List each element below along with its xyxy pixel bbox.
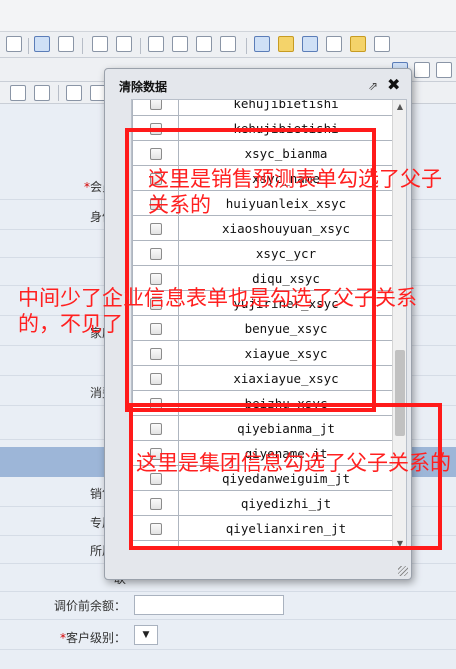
preview-icon[interactable] <box>34 85 50 101</box>
special-char-icon[interactable] <box>374 36 390 52</box>
select-arrow-icon: ▼ <box>142 630 150 640</box>
resize-grip-icon[interactable] <box>398 566 408 576</box>
annotation-text-top: 这里是销售预测表单勾选了父子关系的 <box>148 167 442 217</box>
link-icon[interactable] <box>66 85 82 101</box>
align-justify-icon[interactable] <box>436 62 452 78</box>
top-strip <box>0 0 456 32</box>
align-right-icon[interactable] <box>414 62 430 78</box>
checkbox-cell <box>132 100 179 116</box>
price-before-label: 调价前余额： <box>53 599 126 613</box>
horizontal-line-icon[interactable] <box>326 36 342 52</box>
table-icon[interactable] <box>34 36 50 52</box>
price-before-input[interactable] <box>134 595 284 615</box>
scroll-up-icon[interactable]: ▲ <box>395 102 405 111</box>
outdent-icon[interactable] <box>148 36 164 52</box>
div-container-icon[interactable] <box>220 36 236 52</box>
eraser-icon[interactable] <box>58 36 74 52</box>
numbered-list-icon[interactable] <box>92 36 108 52</box>
source-icon[interactable] <box>10 85 26 101</box>
blockquote-icon[interactable] <box>196 36 212 52</box>
form-row-price-before: 调价前余额： <box>0 590 456 620</box>
list-item[interactable]: kehujibietishi <box>132 100 394 116</box>
smiley-icon[interactable] <box>350 36 366 52</box>
item-checkbox[interactable] <box>149 100 162 110</box>
close-icon[interactable]: ✖ <box>387 75 400 94</box>
indent-icon[interactable] <box>172 36 188 52</box>
external-link-icon[interactable]: ⇗ <box>368 79 378 93</box>
item-name: kehujibietishi <box>178 100 394 116</box>
annotation-text-middle: 中间少了企业信息表单也是勾选了父子关系的，不见了 <box>18 286 417 336</box>
customer-level-select[interactable]: ▼ <box>134 625 158 645</box>
image-icon[interactable] <box>254 36 270 52</box>
bulleted-list-icon[interactable] <box>116 36 132 52</box>
dialog-title: 清除数据 <box>119 80 168 94</box>
annotation-text-bottom: 这里是集团信息勾选了父子关系的 <box>136 451 451 475</box>
form-row-customer-level: *客户级别： ▼ <box>0 620 456 650</box>
annotation-box-group-info <box>129 403 442 550</box>
spellcheck-icon[interactable] <box>6 36 22 52</box>
insert-table-icon[interactable] <box>302 36 318 52</box>
flash-icon[interactable] <box>278 36 294 52</box>
customer-level-label: 客户级别： <box>65 631 126 645</box>
editor-toolbar-row-1 <box>0 32 456 58</box>
